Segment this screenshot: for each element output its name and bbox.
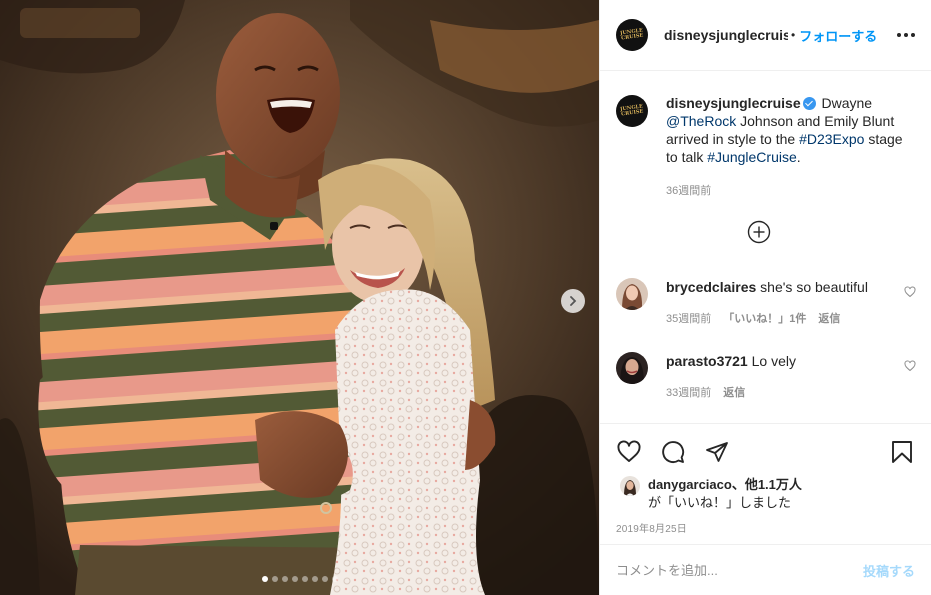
hashtag-junglecruise[interactable]: #JungleCruise — [707, 149, 797, 165]
hashtag-d23expo[interactable]: #D23Expo — [799, 131, 864, 147]
comment-button[interactable] — [660, 439, 686, 465]
comment-body: parasto3721 Lo vely 33週間前 返信 — [666, 352, 916, 400]
header-separator: • — [791, 28, 796, 42]
share-button[interactable] — [704, 439, 730, 465]
like-button[interactable] — [616, 439, 642, 465]
carousel-dot — [311, 576, 318, 582]
likes-summary: danygarciaco、他1.1万人 が「いいね！」しました — [616, 476, 915, 512]
post-header: JUNGLE CRUISE disneysjunglecruis • フォローす… — [600, 0, 931, 71]
comment-time[interactable]: 33週間前 — [666, 384, 711, 400]
chevron-right-icon — [570, 296, 577, 306]
comment-avatar[interactable] — [616, 278, 648, 310]
more-icon[interactable] — [897, 29, 915, 41]
caption-body: disneysjunglecruise Dwayne @TheRock John… — [666, 94, 914, 200]
comment-text: parasto3721 Lo vely — [666, 352, 916, 370]
photo-scene — [0, 0, 599, 595]
caption-logo: JUNGLE CRUISE — [619, 103, 644, 118]
comment-body: brycedclaires she's so beautiful 35週間前 「… — [666, 278, 916, 326]
add-comment-bar: 投稿する — [600, 544, 931, 595]
comment-item: parasto3721 Lo vely 33週間前 返信 — [616, 352, 916, 400]
comment-icon — [662, 441, 685, 463]
post-photo[interactable] — [0, 0, 599, 595]
comment-text: brycedclaires she's so beautiful — [666, 278, 916, 296]
comment-message: she's so beautiful — [756, 279, 868, 295]
caption-text-4: . — [796, 149, 801, 165]
caption-username[interactable]: disneysjunglecruise — [666, 95, 801, 111]
reply-button[interactable]: 返信 — [818, 310, 840, 326]
carousel-dot — [281, 576, 288, 582]
share-icon — [706, 442, 728, 462]
save-button[interactable] — [889, 439, 915, 465]
caption-text: disneysjunglecruise Dwayne @TheRock John… — [666, 94, 914, 166]
account-avatar[interactable]: JUNGLE CRUISE — [616, 19, 648, 51]
likes-names[interactable]: danygarciaco、他1.1万人 — [648, 477, 802, 492]
comment-meta: 35週間前 「いいね！」1件 返信 — [666, 310, 916, 326]
carousel-indicator — [0, 576, 599, 582]
instagram-post: JUNGLE CRUISE disneysjunglecruis • フォローす… — [0, 0, 931, 595]
carousel-dot — [271, 576, 278, 582]
account-username[interactable]: disneysjunglecruis — [664, 27, 788, 43]
comment-item: brycedclaires she's so beautiful 35週間前 「… — [616, 278, 916, 326]
bookmark-icon — [892, 441, 912, 463]
comment-message: Lo vely — [747, 353, 796, 369]
caption-time[interactable]: 36週間前 — [666, 182, 914, 200]
comment-avatar[interactable] — [616, 352, 648, 384]
account-logo: JUNGLE CRUISE — [619, 27, 644, 42]
post-side-panel: JUNGLE CRUISE disneysjunglecruis • フォローす… — [599, 0, 931, 595]
comment-time[interactable]: 35週間前 — [666, 310, 711, 326]
heart-icon[interactable] — [904, 286, 916, 298]
post-actions: danygarciaco、他1.1万人 が「いいね！」しました 2019年8月2… — [600, 423, 931, 544]
verified-icon — [802, 97, 816, 110]
follow-button[interactable]: フォローする — [799, 26, 877, 45]
caption-text-1: Dwayne — [817, 95, 873, 111]
mention-link[interactable]: @TheRock — [666, 113, 736, 129]
post-comment-button[interactable]: 投稿する — [863, 561, 915, 580]
reply-button[interactable]: 返信 — [723, 384, 745, 400]
likes-suffix: が「いいね！」しました — [648, 495, 792, 510]
comment-like-count[interactable]: 「いいね！」1件 — [723, 310, 806, 326]
carousel-dot — [261, 576, 268, 582]
load-more-icon[interactable] — [747, 220, 771, 244]
heart-icon[interactable] — [904, 360, 916, 372]
carousel-dot — [291, 576, 298, 582]
comment-username[interactable]: parasto3721 — [666, 353, 748, 369]
caption: JUNGLE CRUISE disneysjunglecruise Dwayne… — [616, 72, 915, 200]
next-photo-button[interactable] — [561, 289, 585, 313]
comment-username[interactable]: brycedclaires — [666, 279, 756, 295]
carousel-dot — [321, 576, 328, 582]
comment-meta: 33週間前 返信 — [666, 384, 916, 400]
liker-avatar[interactable] — [620, 476, 640, 496]
carousel-dot — [301, 576, 308, 582]
caption-avatar[interactable]: JUNGLE CRUISE — [616, 95, 648, 127]
heart-icon — [617, 440, 641, 462]
comment-input[interactable] — [616, 562, 863, 578]
carousel-dot — [331, 576, 338, 582]
post-date[interactable]: 2019年8月25日 — [616, 520, 915, 535]
action-icons — [616, 424, 915, 476]
likes-text: danygarciaco、他1.1万人 が「いいね！」しました — [648, 476, 802, 512]
